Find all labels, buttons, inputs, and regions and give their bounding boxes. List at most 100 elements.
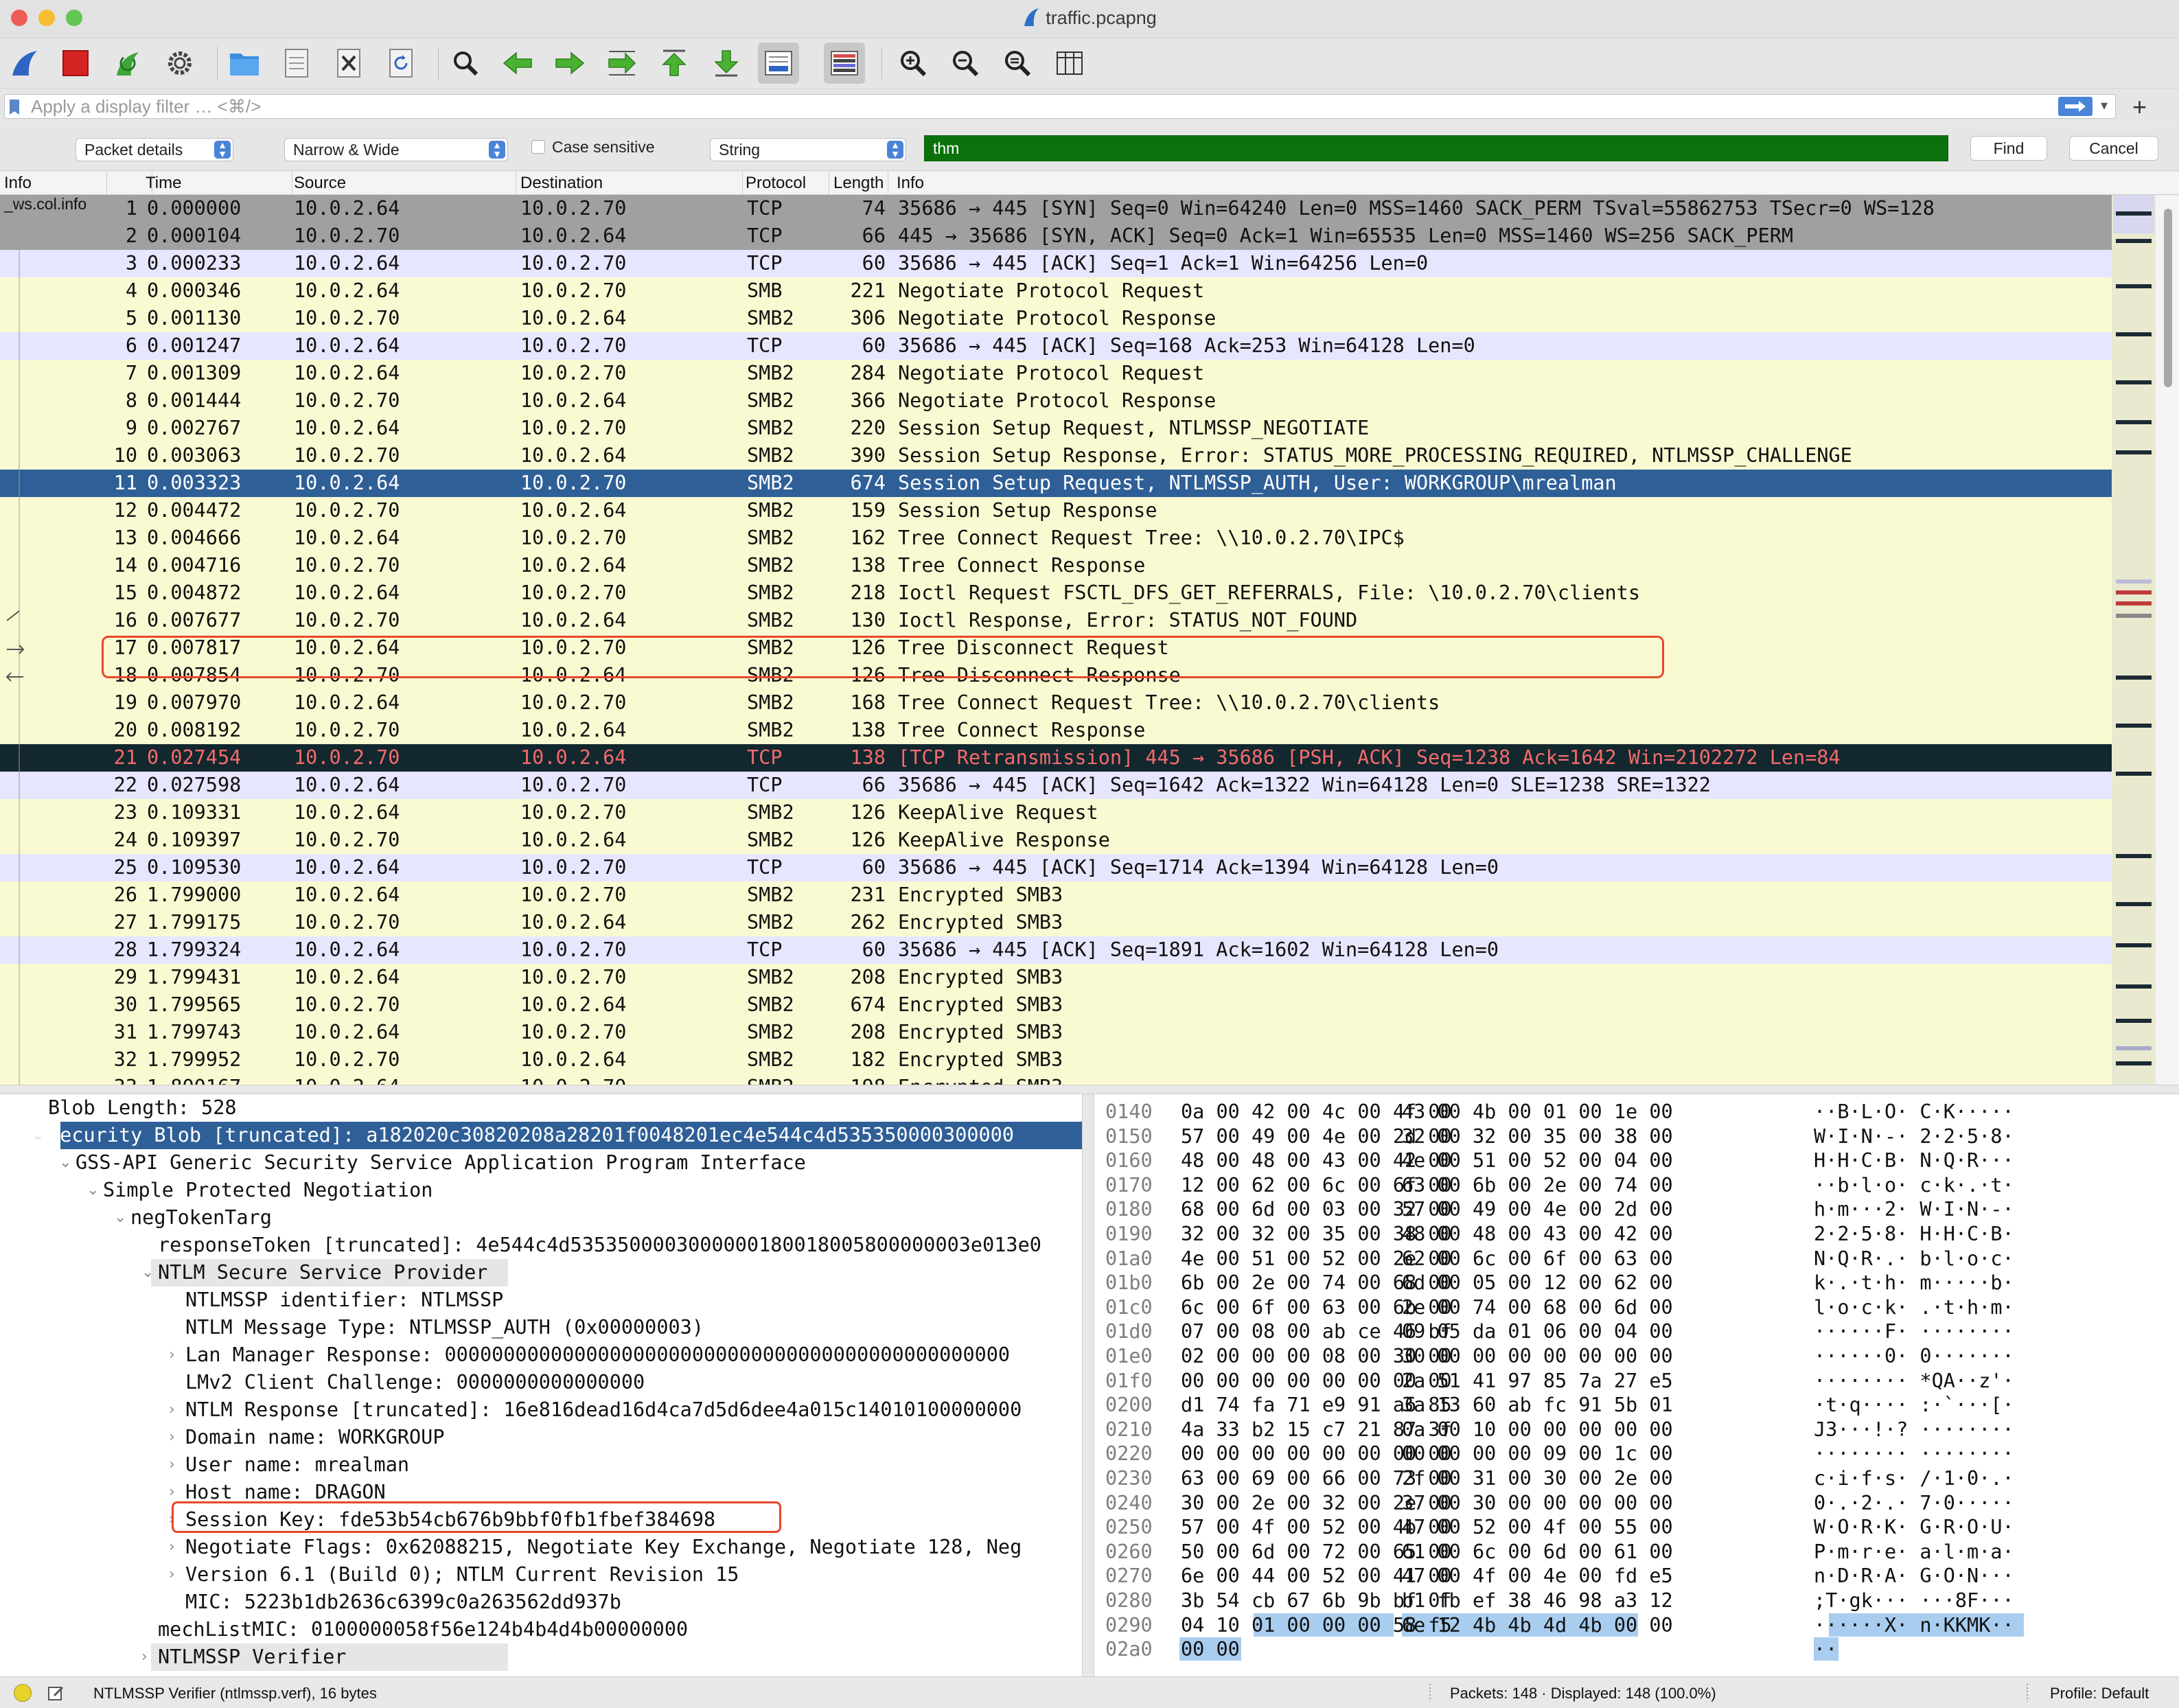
packet-row[interactable]: 30 1.799565 10.0.2.70 10.0.2.64 SMB2 674 Encry… bbox=[0, 991, 2112, 1019]
chevron-down-icon[interactable]: ⌄ bbox=[59, 1149, 71, 1177]
column-header-info-first[interactable]: Info bbox=[0, 172, 107, 195]
packet-row[interactable]: 13 0.004666 10.0.2.64 10.0.2.70 SMB2 162 Tree … bbox=[0, 524, 2112, 552]
stop-capture-icon[interactable] bbox=[55, 43, 96, 84]
packet-row[interactable]: 12 0.004472 10.0.2.70 10.0.2.64 SMB2 159 Sessi… bbox=[0, 497, 2112, 524]
packet-row[interactable]: 7 0.001309 10.0.2.64 10.0.2.70 SMB2 284 Negoti… bbox=[0, 360, 2112, 387]
column-header-source[interactable]: Source bbox=[290, 172, 516, 195]
hex-row[interactable]: 0160 48 00 48 00 43 00 42 00 4e 00 51 00 5… bbox=[1094, 1149, 2179, 1173]
detail-tree-item[interactable]: Session Key: fde53b54cb676b9bbf0fb1fbef3… bbox=[185, 1506, 715, 1534]
hex-row[interactable]: 0280 3b 54 cb 67 6b 9b bf 0f b1 fb ef 38 4… bbox=[1094, 1589, 2179, 1613]
chevron-down-icon[interactable]: ⌄ bbox=[114, 1204, 126, 1232]
packet-row[interactable]: 3 0.000233 10.0.2.64 10.0.2.70 TCP 60 35686 → … bbox=[0, 250, 2112, 277]
packet-row[interactable]: 31 1.799743 10.0.2.64 10.0.2.70 SMB2 208 Encry… bbox=[0, 1019, 2112, 1046]
packet-row[interactable]: 9 0.002767 10.0.2.64 10.0.2.70 SMB2 220 Sessio… bbox=[0, 415, 2112, 442]
packet-row[interactable]: 22 0.027598 10.0.2.64 10.0.2.70 TCP 66 35686 →… bbox=[0, 772, 2112, 799]
detail-tree-item[interactable]: Simple Protected Negotiation bbox=[103, 1177, 433, 1204]
hex-row[interactable]: 0250 57 00 4f 00 52 00 4b 00 47 00 52 00 4… bbox=[1094, 1515, 2179, 1540]
hex-row[interactable]: 01a0 4e 00 51 00 52 00 2e 00 62 00 6c 00 6… bbox=[1094, 1247, 2179, 1271]
details-hex-splitter[interactable] bbox=[1082, 1094, 1094, 1676]
chevron-down-icon[interactable]: ⌄ bbox=[87, 1177, 99, 1204]
detail-tree-item[interactable]: NTLMSSP Verifier bbox=[158, 1643, 347, 1671]
column-header-time[interactable]: Time bbox=[141, 172, 292, 195]
packet-row[interactable]: 23 0.109331 10.0.2.64 10.0.2.70 SMB2 126 KeepA… bbox=[0, 799, 2112, 827]
detail-tree-item[interactable]: Negotiate Flags: 0x62088215, Negotiate K… bbox=[185, 1534, 1022, 1561]
packet-row[interactable]: 8 0.001444 10.0.2.70 10.0.2.64 SMB2 366 Negoti… bbox=[0, 387, 2112, 415]
zoom-in-icon[interactable] bbox=[892, 43, 934, 84]
scrollbar-thumb[interactable] bbox=[2164, 209, 2172, 387]
find-packet-icon[interactable] bbox=[445, 43, 486, 84]
restart-capture-icon[interactable] bbox=[107, 43, 148, 84]
packet-row[interactable]: 16 0.007677 10.0.2.70 10.0.2.64 SMB2 130 Ioctl… bbox=[0, 607, 2112, 634]
detail-tree-item[interactable]: mechListMIC: 0100000058f56e124b4b4d4b000… bbox=[158, 1616, 688, 1643]
go-forward-icon[interactable] bbox=[549, 43, 590, 84]
packet-row[interactable]: 4 0.000346 10.0.2.64 10.0.2.70 SMB 221 Negotia… bbox=[0, 277, 2112, 305]
packet-list-scrollbar[interactable] bbox=[2156, 195, 2179, 1085]
column-header-protocol[interactable]: Protocol bbox=[741, 172, 829, 195]
packet-row[interactable]: 24 0.109397 10.0.2.70 10.0.2.64 SMB2 126 KeepA… bbox=[0, 827, 2112, 854]
hex-row[interactable]: 0270 6e 00 44 00 52 00 41 00 47 00 4f 00 4… bbox=[1094, 1564, 2179, 1589]
packet-row[interactable]: 25 0.109530 10.0.2.64 10.0.2.70 TCP 60 35686 →… bbox=[0, 854, 2112, 881]
packet-row[interactable]: 11 0.003323 10.0.2.64 10.0.2.70 SMB2 674 Sessi… bbox=[0, 470, 2112, 497]
hex-row[interactable]: 0190 32 00 32 00 35 00 38 00 48 00 48 00 4… bbox=[1094, 1222, 2179, 1247]
detail-tree-item[interactable]: NTLM Response [truncated]: 16e816dead16d… bbox=[185, 1396, 1022, 1424]
search-in-select[interactable]: Packet details ▲ ▼ bbox=[76, 138, 233, 161]
hex-row[interactable]: 0230 63 00 69 00 66 00 73 00 2f 00 31 00 3… bbox=[1094, 1466, 2179, 1491]
cancel-button[interactable]: Cancel bbox=[2069, 136, 2158, 161]
reload-file-icon[interactable] bbox=[380, 43, 422, 84]
detail-tree-item[interactable]: Host name: DRAGON bbox=[185, 1479, 386, 1506]
hex-row[interactable]: 0290 04 10 01 00 00 00 58 f5 6e 12 4b 4b 4… bbox=[1094, 1613, 2179, 1638]
packet-row[interactable]: 26 1.799000 10.0.2.64 10.0.2.70 SMB2 231 Encry… bbox=[0, 881, 2112, 909]
detail-tree-item[interactable]: negTokenTarg bbox=[130, 1204, 272, 1232]
packet-row[interactable]: 14 0.004716 10.0.2.70 10.0.2.64 SMB2 138 Tree … bbox=[0, 552, 2112, 579]
packet-row[interactable]: 18 0.007854 10.0.2.70 10.0.2.64 SMB2 126 Tree … bbox=[0, 662, 2112, 689]
packet-row[interactable]: 6 0.001247 10.0.2.64 10.0.2.70 TCP 60 35686 → … bbox=[0, 332, 2112, 360]
search-type-select[interactable]: String ▲ ▼ bbox=[710, 138, 906, 161]
apply-filter-button[interactable] bbox=[2058, 97, 2092, 116]
expert-info-icon[interactable] bbox=[14, 1684, 32, 1702]
detail-tree-item[interactable]: responseToken [truncated]: 4e544c4d53535… bbox=[158, 1232, 1041, 1259]
add-filter-button-icon[interactable]: + bbox=[2132, 93, 2147, 122]
capture-comment-icon[interactable] bbox=[47, 1684, 65, 1702]
status-profile[interactable]: Profile: Default bbox=[2050, 1685, 2149, 1703]
chevron-right-icon[interactable]: › bbox=[169, 1451, 175, 1479]
hex-row[interactable]: 0200 d1 74 fa 71 e9 91 a6 85 3a 13 60 ab f… bbox=[1094, 1393, 2179, 1418]
chevron-right-icon[interactable]: › bbox=[169, 1396, 175, 1424]
chevron-down-icon[interactable]: ⌄ bbox=[141, 1259, 154, 1286]
find-button[interactable]: Find bbox=[1970, 136, 2047, 161]
detail-tree-item[interactable]: LMv2 Client Challenge: 0000000000000000 bbox=[185, 1369, 645, 1396]
hex-row[interactable]: 0240 30 00 2e 00 32 00 2e 00 37 00 30 00 0… bbox=[1094, 1491, 2179, 1516]
status-divider[interactable] bbox=[1429, 1684, 1431, 1702]
packet-row[interactable]: 32 1.799952 10.0.2.70 10.0.2.64 SMB2 182 Encry… bbox=[0, 1046, 2112, 1074]
hex-row[interactable]: 0260 50 00 6d 00 72 00 65 00 61 00 6c 00 6… bbox=[1094, 1540, 2179, 1565]
column-header-length[interactable]: Length bbox=[829, 172, 888, 195]
char-width-select[interactable]: Narrow & Wide ▲ ▼ bbox=[284, 138, 508, 161]
hex-row[interactable]: 0180 68 00 6d 00 03 00 32 00 57 00 49 00 4… bbox=[1094, 1197, 2179, 1222]
autoscroll-icon[interactable] bbox=[758, 43, 799, 84]
hex-row[interactable]: 01d0 07 00 08 00 ab ce 46 bf 09 05 da 01 0… bbox=[1094, 1319, 2179, 1344]
detail-tree-item[interactable]: NTLM Message Type: NTLMSSP_AUTH (0x00000… bbox=[185, 1314, 704, 1341]
zoom-out-icon[interactable] bbox=[945, 43, 986, 84]
status-divider[interactable] bbox=[2027, 1684, 2028, 1702]
hex-row[interactable]: 01b0 6b 00 2e 00 74 00 68 00 6d 00 05 00 1… bbox=[1094, 1271, 2179, 1295]
detail-tree-item[interactable]: MIC: 5223b1db2636c6399c0a263562dd937b bbox=[185, 1589, 621, 1616]
chevron-right-icon[interactable]: › bbox=[141, 1643, 148, 1671]
chevron-right-icon[interactable]: › bbox=[169, 1506, 175, 1534]
pane-splitter[interactable] bbox=[0, 1085, 2179, 1094]
packet-row[interactable]: 33 1.800167 10.0.2.64 10.0.2.70 SMB2 198 Encry… bbox=[0, 1074, 2112, 1085]
hex-row[interactable]: 01f0 00 00 00 00 00 00 00 00 2a 51 41 97 8… bbox=[1094, 1369, 2179, 1394]
hex-row[interactable]: 01c0 6c 00 6f 00 63 00 6b 00 2e 00 74 00 6… bbox=[1094, 1295, 2179, 1320]
capture-options-icon[interactable] bbox=[159, 43, 200, 84]
packet-minimap[interactable] bbox=[2112, 195, 2156, 1085]
detail-tree-item[interactable]: User name: mrealman bbox=[185, 1451, 409, 1479]
hex-row[interactable]: 01e0 02 00 00 00 08 00 30 00 30 00 00 00 0… bbox=[1094, 1344, 2179, 1369]
detail-tree-item[interactable]: GSS-API Generic Security Service Applica… bbox=[76, 1149, 806, 1177]
packet-row[interactable]: 28 1.799324 10.0.2.64 10.0.2.70 TCP 60 35686 →… bbox=[0, 936, 2112, 964]
packet-row[interactable]: 27 1.799175 10.0.2.70 10.0.2.64 SMB2 262 Encry… bbox=[0, 909, 2112, 936]
packet-row[interactable]: 19 0.007970 10.0.2.64 10.0.2.70 SMB2 168 Tree … bbox=[0, 689, 2112, 717]
packet-row[interactable]: 5 0.001130 10.0.2.70 10.0.2.64 SMB2 306 Negoti… bbox=[0, 305, 2112, 332]
go-back-icon[interactable] bbox=[497, 43, 538, 84]
hex-row[interactable]: 02a0 00 00 ·· bbox=[1094, 1637, 2179, 1662]
detail-tree-item[interactable]: NTLMSSP identifier: NTLMSSP bbox=[185, 1286, 503, 1314]
case-sensitive-checkbox[interactable] bbox=[531, 140, 545, 154]
hex-row[interactable]: 0150 57 00 49 00 4e 00 2d 00 32 00 32 00 3… bbox=[1094, 1124, 2179, 1149]
